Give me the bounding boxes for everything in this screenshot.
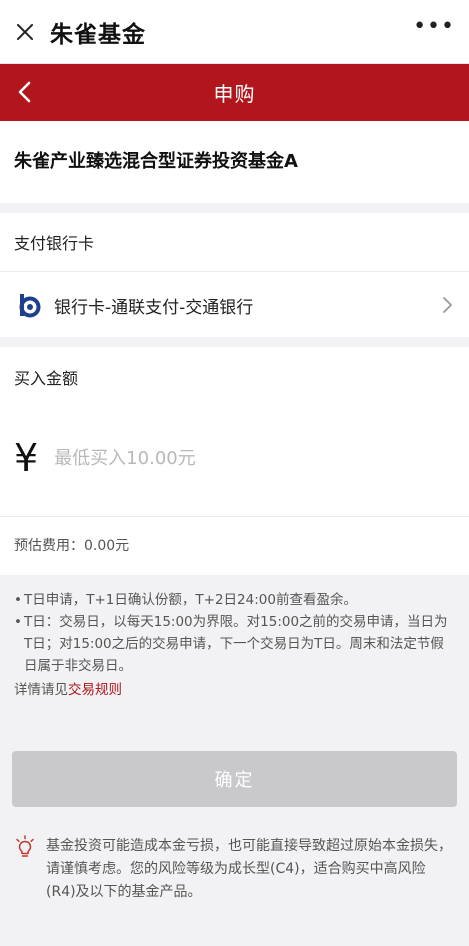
bank-card-selector[interactable]: 银行卡-通联支付-交通银行 (0, 272, 469, 337)
risk-notice: 基金投资可能造成本金亏损，也可能直接导致超过原始本金损失，请谨慎考虑。您的风险等… (0, 807, 469, 904)
note-text: T日：交易日，以每天15:00为界限。对15:00之前的交易申请，当日为T日；对… (24, 614, 448, 674)
window-title: 朱雀基金 (50, 21, 146, 48)
chevron-right-icon (441, 295, 455, 315)
note-text: T日申请，T+1日确认份额，T+2日24:00前查看盈余。 (24, 592, 357, 608)
payment-label: 支付银行卡 (14, 234, 95, 253)
fund-name: 朱雀产业臻选混合型证券投资基金A (14, 151, 298, 172)
trade-notes: • T日申请，T+1日确认份额，T+2日24:00前查看盈余。 • T日：交易日… (0, 575, 469, 701)
bank-card-label: 银行卡-通联支付-交通银行 (54, 297, 254, 318)
bank-of-communications-logo (14, 291, 42, 319)
buy-amount-label: 买入金额 (14, 369, 79, 388)
amount-input[interactable] (54, 447, 375, 469)
note-item: • T日：交易日，以每天15:00为界限。对15:00之前的交易申请，当日为T日… (14, 611, 455, 677)
page-title: 申购 (213, 82, 256, 106)
more-dots-icon[interactable]: ••• (413, 14, 455, 49)
amount-row: ¥ (0, 406, 469, 516)
chevron-left-icon[interactable] (14, 80, 36, 104)
detail-line: 详情请见交易规则 (14, 679, 455, 701)
window-top-bar: 朱雀基金 ••• (0, 0, 469, 64)
payment-card: 支付银行卡 银行卡-通联支付-交通银行 (0, 213, 469, 337)
risk-text: 基金投资可能造成本金亏损，也可能直接导致超过原始本金损失，请谨慎考虑。您的风险等… (46, 838, 452, 900)
confirm-button[interactable]: 确定 (12, 751, 457, 807)
estimated-fee: 预估费用：0.00元 (14, 538, 130, 554)
detail-prefix: 详情请见 (14, 682, 68, 698)
buy-amount-card: 买入金额 ¥ 预估费用：0.00元 (0, 347, 469, 575)
close-icon[interactable] (14, 21, 36, 43)
trade-rules-link[interactable]: 交易规则 (68, 682, 122, 698)
fund-name-card: 朱雀产业臻选混合型证券投资基金A (0, 121, 469, 203)
note-item: • T日申请，T+1日确认份额，T+2日24:00前查看盈余。 (14, 589, 455, 611)
page-header: 申购 (0, 64, 469, 121)
currency-symbol: ¥ (14, 436, 39, 480)
lightbulb-icon (14, 835, 36, 859)
